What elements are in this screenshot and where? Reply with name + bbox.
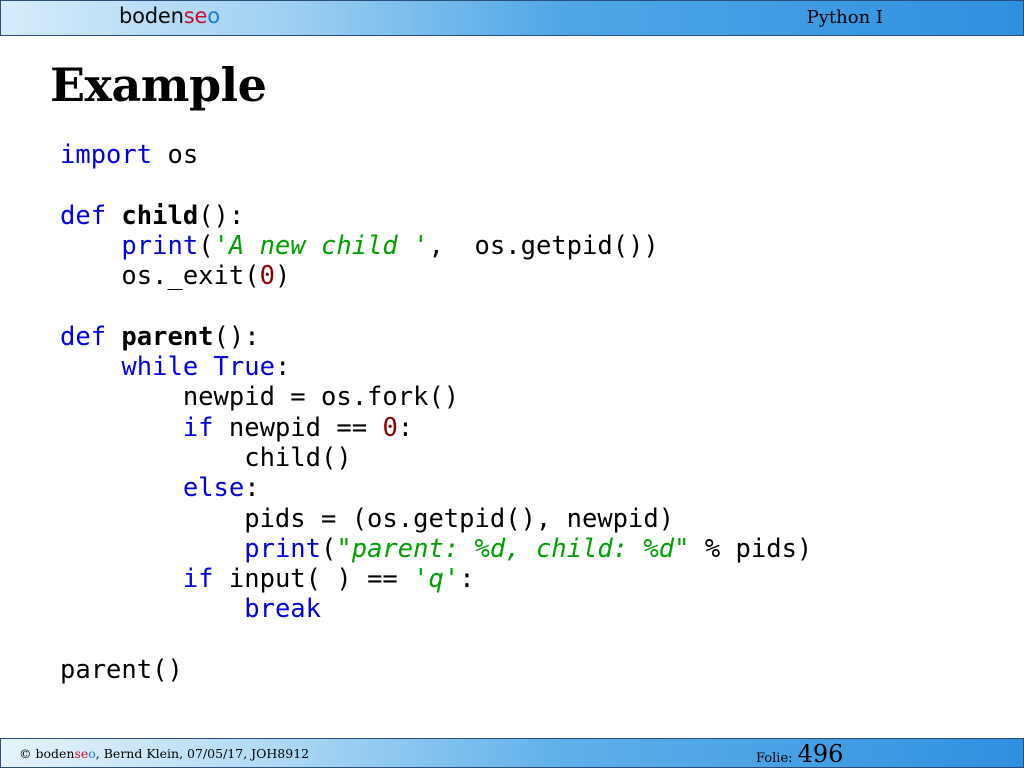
- code-token: 0: [382, 412, 398, 443]
- code-line: newpid = os.fork(): [60, 382, 812, 412]
- logo-text-boden: boden: [119, 4, 184, 28]
- code-token: 'A new child ': [213, 230, 429, 261]
- code-line: pids = (os.getpid(), newpid): [60, 504, 812, 534]
- code-token: :: [274, 352, 291, 383]
- code-token: :: [397, 412, 414, 443]
- code-token: print: [121, 230, 199, 261]
- code-token: :: [244, 473, 260, 504]
- code-token: child: [121, 200, 199, 231]
- code-token: (: [321, 533, 337, 564]
- code-line: while True:: [60, 352, 812, 382]
- slide-number: Folie: 496: [756, 740, 843, 768]
- code-token: break: [244, 594, 321, 625]
- course-title: Python I: [806, 7, 883, 28]
- code-token: :: [459, 564, 475, 595]
- footer-bar: © bodenseo, Bernd Klein, 07/05/17, JOH89…: [0, 738, 1024, 768]
- copyright-details: , Bernd Klein, 07/05/17, JOH8912: [95, 746, 310, 761]
- logo-text-se: se: [183, 4, 208, 28]
- copyright-notice: © bodenseo, Bernd Klein, 07/05/17, JOH89…: [19, 746, 309, 761]
- code-token: "parent: %d, child: %d": [336, 533, 690, 564]
- code-token: True: [213, 352, 275, 383]
- code-token: input( ) ==: [213, 564, 414, 595]
- code-token: pids = (os.getpid(), newpid): [60, 503, 675, 534]
- code-token: while: [121, 352, 199, 383]
- slide-title: Example: [50, 58, 267, 112]
- code-token: 'q': [413, 564, 460, 595]
- code-token: os: [152, 140, 199, 170]
- code-line: os._exit(0): [60, 261, 812, 291]
- copyright-o: o: [88, 746, 96, 761]
- code-block: import os def child(): print('A new child…: [60, 140, 812, 685]
- code-line: if input( ) == 'q':: [60, 564, 812, 594]
- code-token: import: [60, 140, 153, 170]
- code-line: child(): [60, 443, 812, 473]
- code-token: newpid = os.fork(): [60, 382, 460, 413]
- code-token: newpid ==: [213, 412, 383, 443]
- code-token: os._exit(: [60, 261, 260, 292]
- code-token: % pids): [689, 533, 813, 564]
- code-token: if: [182, 412, 214, 443]
- code-line: break: [60, 594, 812, 624]
- code-token: ): [274, 261, 291, 292]
- bodenseo-logo: bodenseo: [119, 4, 220, 28]
- header-bar: bodenseo Python I: [0, 0, 1024, 36]
- code-token: child(): [60, 442, 352, 473]
- code-token: if: [182, 564, 214, 595]
- copyright-prefix: © boden: [19, 746, 75, 761]
- code-token: print: [244, 533, 321, 564]
- code-token: parent(): [60, 655, 183, 686]
- code-line: if newpid == 0:: [60, 413, 812, 443]
- code-line: print('A new child ', os.getpid()): [60, 231, 812, 261]
- folie-number: 496: [797, 740, 844, 768]
- code-token: def: [60, 200, 107, 231]
- code-line: import os: [60, 140, 812, 170]
- code-token: (: [198, 230, 214, 261]
- code-token: 0: [259, 261, 275, 292]
- slide: bodenseo Python I Example import os def c…: [0, 0, 1024, 768]
- code-token: def: [60, 321, 107, 352]
- code-line: def child():: [60, 201, 812, 231]
- folie-label: Folie:: [756, 751, 793, 766]
- code-line: print("parent: %d, child: %d" % pids): [60, 534, 812, 564]
- code-line: def parent():: [60, 322, 812, 352]
- copyright-se: se: [74, 746, 89, 761]
- code-token: else: [182, 473, 245, 504]
- code-token: ():: [198, 200, 245, 231]
- code-token: ():: [213, 321, 260, 352]
- code-line: parent(): [60, 655, 812, 685]
- logo-text-o: o: [207, 4, 220, 28]
- code-token: , os.getpid()): [428, 230, 659, 261]
- code-line: else:: [60, 473, 812, 503]
- code-token: parent: [121, 321, 214, 352]
